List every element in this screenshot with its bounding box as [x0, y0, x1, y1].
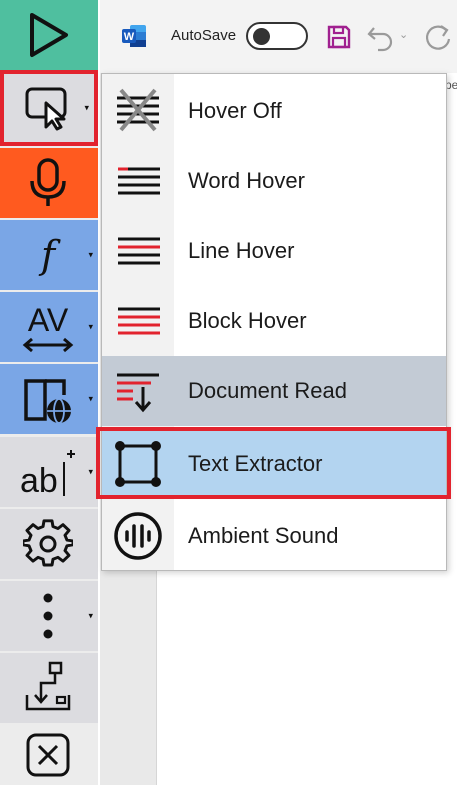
chevron-down-icon[interactable]: ▾: [88, 394, 93, 404]
menu-item-ambient-sound[interactable]: Ambient Sound: [102, 501, 446, 571]
menu-item-block-hover[interactable]: Block Hover: [102, 286, 446, 356]
readwrite-toolbar: ▾ f ▾ AV ▾ ▾ ab ▾ ▾: [0, 0, 98, 785]
chevron-down-icon[interactable]: ▾: [84, 103, 89, 113]
svg-text:ab: ab: [20, 462, 58, 500]
menu-item-label: Word Hover: [188, 168, 305, 193]
block-hover-icon: [102, 286, 174, 356]
word-hover-icon: [102, 146, 174, 216]
spacing-button[interactable]: AV ▾: [0, 292, 98, 362]
chevron-down-icon[interactable]: ▾: [88, 250, 93, 260]
undo-icon[interactable]: [366, 22, 396, 57]
cursor-pointer-icon: [4, 74, 92, 142]
menu-item-word-hover[interactable]: Word Hover: [102, 146, 446, 216]
book-globe-icon: [0, 364, 96, 434]
microphone-icon: [0, 148, 96, 218]
menu-item-label: Ambient Sound: [188, 523, 339, 548]
play-button[interactable]: [0, 0, 98, 70]
word-icon: W: [122, 25, 146, 47]
chevron-down-icon[interactable]: ▾: [88, 611, 93, 621]
menu-item-document-read[interactable]: Document Read: [102, 356, 446, 426]
undo-dropdown-icon[interactable]: ⌄: [399, 28, 408, 41]
autosave-label: AutoSave: [171, 27, 237, 44]
letter-spacing-icon: AV: [0, 292, 96, 362]
play-icon: [0, 0, 96, 70]
close-button[interactable]: [0, 725, 98, 785]
save-icon[interactable]: [326, 24, 352, 55]
gear-icon: [0, 509, 96, 579]
hover-mode-button[interactable]: ▾: [0, 70, 98, 146]
download-button[interactable]: [0, 653, 98, 723]
hover-off-icon: [102, 76, 174, 146]
text-insert-button[interactable]: ab ▾: [0, 437, 98, 507]
close-icon: [0, 725, 96, 785]
menu-item-label: Line Hover: [188, 238, 295, 263]
translate-button[interactable]: ▾: [0, 364, 98, 434]
ambient-sound-icon: [102, 501, 174, 571]
line-hover-icon: [102, 216, 174, 286]
toggle-knob: [253, 28, 270, 45]
menu-item-label: Block Hover: [188, 308, 307, 333]
hover-mode-menu: Hover Off Word Hover Line Hover Block Ho…: [101, 73, 447, 571]
font-button[interactable]: f ▾: [0, 220, 98, 290]
svg-text:W: W: [124, 31, 135, 43]
document-read-icon: [102, 356, 174, 426]
vertical-dots-icon: [0, 581, 96, 651]
menu-item-label: Hover Off: [188, 98, 282, 123]
font-f-icon: f: [40, 233, 56, 277]
autosave-toggle[interactable]: [246, 22, 308, 50]
ab-cursor-icon: ab: [0, 437, 96, 507]
download-icon: [0, 653, 96, 723]
menu-item-label: Text Extractor: [188, 451, 323, 476]
menu-item-line-hover[interactable]: Line Hover: [102, 216, 446, 286]
chevron-down-icon[interactable]: ▾: [88, 467, 93, 477]
svg-text:AV: AV: [28, 302, 69, 338]
menu-item-hover-off[interactable]: Hover Off: [102, 76, 446, 146]
menu-item-label: Document Read: [188, 378, 347, 403]
more-options-button[interactable]: ▾: [0, 581, 98, 651]
chevron-down-icon[interactable]: ▾: [88, 322, 93, 332]
menu-item-text-extractor[interactable]: Text Extractor: [102, 429, 446, 499]
settings-button[interactable]: [0, 509, 98, 579]
redo-icon[interactable]: [424, 22, 454, 57]
text-extractor-icon: [102, 429, 174, 499]
microphone-button[interactable]: [0, 148, 98, 218]
